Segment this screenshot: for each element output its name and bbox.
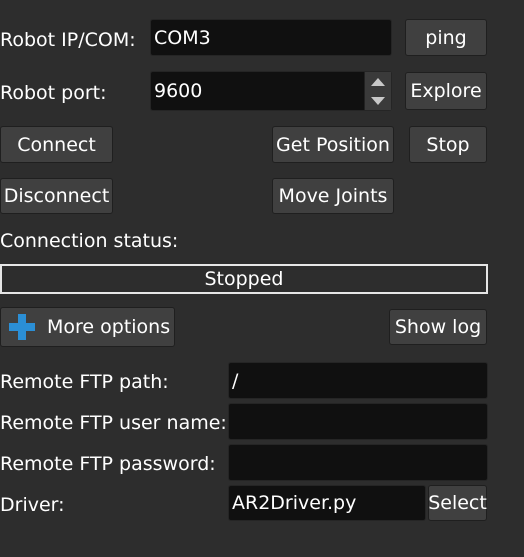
port-increment-button[interactable] bbox=[364, 72, 391, 91]
arrow-down-icon bbox=[371, 96, 385, 105]
move-joints-button[interactable]: Move Joints bbox=[272, 178, 394, 214]
plus-icon bbox=[9, 314, 35, 340]
more-options-label: More options bbox=[47, 316, 171, 338]
get-position-button[interactable]: Get Position bbox=[272, 126, 394, 163]
robot-port-input[interactable] bbox=[150, 71, 392, 111]
robot-port-spinbox[interactable] bbox=[150, 71, 392, 111]
explore-button[interactable]: Explore bbox=[405, 72, 487, 110]
arrow-up-icon bbox=[371, 77, 385, 86]
driver-label: Driver: bbox=[0, 494, 65, 516]
ping-button[interactable]: ping bbox=[405, 19, 487, 56]
connection-status-value: Stopped bbox=[0, 264, 488, 294]
robot-port-label: Robot port: bbox=[0, 82, 107, 104]
select-driver-button[interactable]: Select bbox=[428, 485, 487, 521]
port-decrement-button[interactable] bbox=[364, 91, 391, 110]
ftp-password-input[interactable] bbox=[228, 444, 488, 481]
ftp-user-input[interactable] bbox=[228, 403, 488, 440]
connection-status-label: Connection status: bbox=[0, 230, 179, 252]
robot-ip-label: Robot IP/COM: bbox=[0, 29, 136, 51]
ftp-user-label: Remote FTP user name: bbox=[0, 412, 227, 434]
show-log-button[interactable]: Show log bbox=[389, 309, 487, 345]
ftp-path-input[interactable] bbox=[228, 362, 488, 399]
driver-input[interactable] bbox=[228, 485, 426, 521]
connect-button[interactable]: Connect bbox=[0, 126, 113, 163]
ftp-password-label: Remote FTP password: bbox=[0, 453, 216, 475]
ftp-path-label: Remote FTP path: bbox=[0, 371, 169, 393]
robot-ip-input[interactable] bbox=[150, 19, 392, 56]
stop-button[interactable]: Stop bbox=[409, 126, 487, 163]
more-options-button[interactable]: More options bbox=[0, 307, 175, 347]
disconnect-button[interactable]: Disconnect bbox=[0, 178, 113, 214]
